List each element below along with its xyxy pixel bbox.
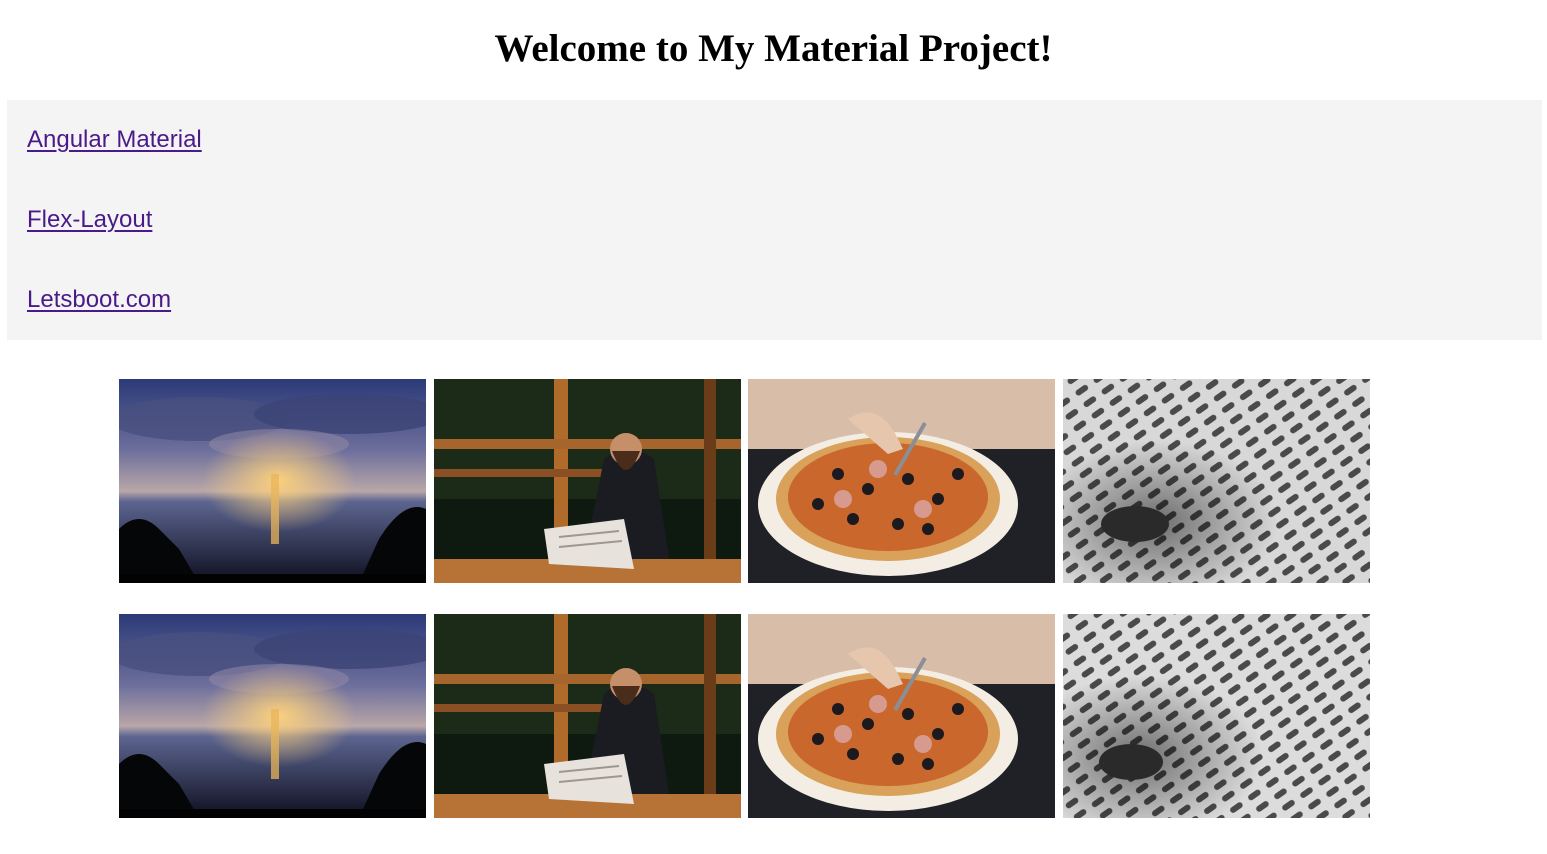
pizza-image (748, 614, 1055, 818)
abstract-architecture-image (1063, 379, 1370, 583)
letsboot-link[interactable]: Letsboot.com (27, 286, 171, 314)
image-gallery (119, 379, 1370, 819)
angular-material-link[interactable]: Angular Material (27, 126, 202, 154)
man-reading-newspaper-image (434, 614, 741, 818)
flex-layout-link[interactable]: Flex-Layout (27, 206, 152, 234)
man-reading-newspaper-image (434, 379, 741, 583)
sunset-sea-image (119, 614, 426, 818)
page-title: Welcome to My Material Project! (494, 27, 1053, 70)
sunset-sea-image (119, 379, 426, 583)
abstract-architecture-image (1063, 614, 1370, 818)
pizza-image (748, 379, 1055, 583)
link-panel: Angular Material Flex-Layout Letsboot.co… (7, 100, 1542, 340)
link-item-letsboot: Letsboot.com (27, 260, 171, 340)
link-item-flex-layout: Flex-Layout (27, 180, 152, 260)
link-item-angular-material: Angular Material (27, 100, 202, 180)
